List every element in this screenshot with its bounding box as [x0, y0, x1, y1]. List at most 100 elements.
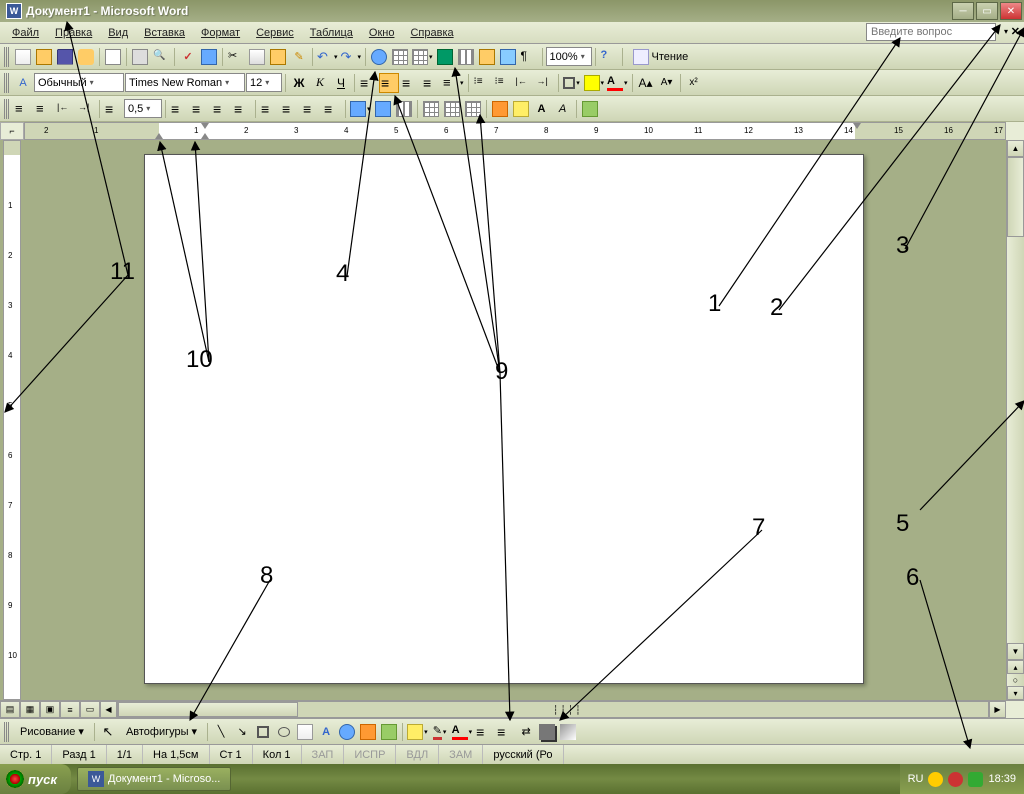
spelling-button[interactable]: ✓	[178, 47, 198, 67]
tb3-btn-10[interactable]	[373, 99, 393, 119]
tray-icon-3[interactable]	[968, 772, 983, 787]
help-button[interactable]	[599, 47, 619, 67]
tb3-btn-11[interactable]	[394, 99, 414, 119]
outline-view-button[interactable]: ≡	[60, 701, 80, 718]
vertical-ruler[interactable]: 12345678910	[3, 140, 21, 700]
format-painter-button[interactable]: ✎	[289, 47, 309, 67]
font-combo[interactable]: Times New Roman	[125, 73, 245, 92]
tb3-btn-5[interactable]	[259, 99, 279, 119]
copy-button[interactable]	[247, 47, 267, 67]
fill-color-button[interactable]	[406, 722, 429, 742]
tb3-btn-12[interactable]	[421, 99, 441, 119]
redo-button[interactable]	[340, 47, 363, 67]
normal-view-button[interactable]: ▤	[0, 701, 20, 718]
tb3-btn-2[interactable]	[190, 99, 210, 119]
line-spacing-button[interactable]	[442, 73, 465, 93]
menu-format[interactable]: Формат	[193, 25, 248, 41]
styles-pane-button[interactable]: A	[13, 73, 33, 93]
align-left-button[interactable]	[358, 73, 378, 93]
show-hide-button[interactable]	[519, 47, 539, 67]
zoom-combo[interactable]: 100%	[546, 47, 592, 66]
next-page-button[interactable]: ▾	[1007, 686, 1024, 700]
arrow-style-button[interactable]: ⇄	[516, 722, 536, 742]
columns-button[interactable]	[456, 47, 476, 67]
superscript-button[interactable]: x²	[684, 73, 704, 93]
font-color-button[interactable]	[606, 73, 629, 93]
left-indent-icon[interactable]	[103, 99, 123, 119]
underline-button[interactable]: Ч	[331, 73, 351, 93]
status-language[interactable]: русский (Ро	[483, 745, 563, 764]
browse-object-button[interactable]: ○	[1007, 674, 1024, 686]
mail-button[interactable]	[103, 47, 123, 67]
select-objects-button[interactable]: ↖	[98, 722, 118, 742]
menu-help[interactable]: Справка	[402, 25, 461, 41]
para-after-button[interactable]	[34, 99, 54, 119]
font-size-combo[interactable]: 12	[246, 73, 282, 92]
tb3-btn-8[interactable]	[322, 99, 342, 119]
line-button[interactable]: ╲	[211, 722, 231, 742]
tb3-btn-13[interactable]	[442, 99, 462, 119]
arrow-button[interactable]: ↘	[232, 722, 252, 742]
print-preview-button[interactable]	[151, 47, 171, 67]
tray-language-indicator[interactable]: RU	[908, 773, 924, 785]
align-center-button[interactable]	[379, 73, 399, 93]
taskbar-item-word[interactable]: W Документ1 - Microso...	[77, 767, 231, 791]
menu-window[interactable]: Окно	[361, 25, 403, 41]
ruler-corner[interactable]: ⌐	[0, 122, 24, 140]
tb3-btn-6[interactable]	[280, 99, 300, 119]
drawing-button[interactable]	[477, 47, 497, 67]
line-style-button[interactable]	[474, 722, 494, 742]
print-view-button[interactable]: ▣	[40, 701, 60, 718]
scroll-right-button[interactable]: ▶	[989, 701, 1006, 718]
scroll-down-button[interactable]: ▼	[1007, 643, 1024, 660]
tb3-btn-1[interactable]	[169, 99, 189, 119]
numbered-list-button[interactable]	[472, 73, 492, 93]
insert-table-button[interactable]	[411, 47, 434, 67]
tb3-btn-9[interactable]	[349, 99, 372, 119]
new-button[interactable]	[13, 47, 33, 67]
wordart-button[interactable]: A	[316, 722, 336, 742]
status-trk[interactable]: ИСПР	[344, 745, 396, 764]
status-ext[interactable]: ВДЛ	[396, 745, 439, 764]
prev-page-button[interactable]: ▴	[1007, 660, 1024, 674]
status-rec[interactable]: ЗАП	[302, 745, 345, 764]
toolbar-handle[interactable]	[4, 99, 10, 119]
align-right-button[interactable]	[400, 73, 420, 93]
minimize-button[interactable]: ─	[952, 2, 974, 20]
style-combo[interactable]: Обычный	[34, 73, 124, 92]
textbox-button[interactable]	[295, 722, 315, 742]
align-justify-button[interactable]	[421, 73, 441, 93]
hyperlink-button[interactable]	[369, 47, 389, 67]
drawing-menu-button[interactable]: Рисование ▾	[13, 722, 91, 742]
menu-file[interactable]: Файл	[4, 25, 47, 41]
permission-button[interactable]	[76, 47, 96, 67]
maximize-button[interactable]: ▭	[976, 2, 998, 20]
decrease-indent-button[interactable]	[514, 73, 534, 93]
print-button[interactable]	[130, 47, 150, 67]
tb3-btn-19[interactable]	[580, 99, 600, 119]
horizontal-scrollbar[interactable]: ┆┆┆┆	[117, 701, 989, 718]
oval-button[interactable]	[274, 722, 294, 742]
save-button[interactable]	[55, 47, 75, 67]
reading-view-button[interactable]: ▭	[80, 701, 100, 718]
start-button[interactable]: пуск	[0, 764, 71, 794]
doc-map-button[interactable]	[498, 47, 518, 67]
document-page[interactable]	[144, 154, 864, 684]
shrink-font-button[interactable]: A▾	[657, 73, 677, 93]
cut-button[interactable]	[226, 47, 246, 67]
scroll-left-button[interactable]: ◀	[100, 701, 117, 718]
tb3-btn-16[interactable]	[511, 99, 531, 119]
tb3-btn-4[interactable]	[232, 99, 252, 119]
open-button[interactable]	[34, 47, 54, 67]
3d-button[interactable]	[558, 722, 578, 742]
research-button[interactable]	[199, 47, 219, 67]
bulleted-list-button[interactable]	[493, 73, 513, 93]
toolbar-handle[interactable]	[4, 722, 10, 742]
grow-font-button[interactable]: A▴	[636, 73, 656, 93]
tables-borders-button[interactable]	[390, 47, 410, 67]
clipart-button[interactable]	[358, 722, 378, 742]
menu-view[interactable]: Вид	[100, 25, 136, 41]
close-button[interactable]: ✕	[1000, 2, 1022, 20]
indent-left-button[interactable]	[55, 99, 75, 119]
paste-button[interactable]	[268, 47, 288, 67]
